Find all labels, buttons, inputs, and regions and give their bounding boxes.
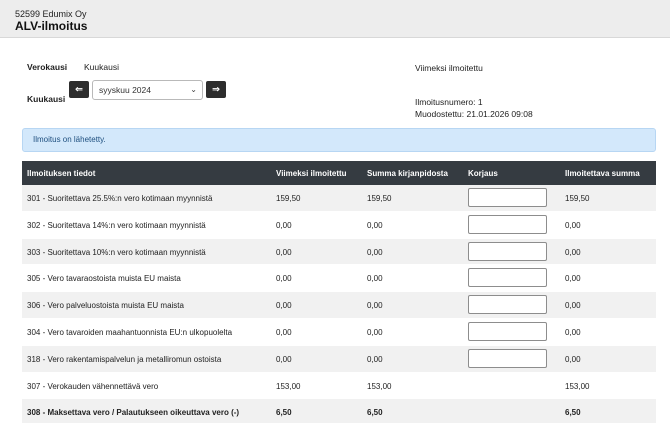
row-label: 318 - Vero rakentamispalvelun ja metalli… [27,354,222,364]
report-number: Ilmoitusnumero: 1 [415,97,483,107]
next-month-button[interactable]: ⇒ [206,81,226,98]
correction-input[interactable] [468,188,547,207]
vat-table: Ilmoituksen tiedot Viimeksi ilmoitettu S… [22,161,656,423]
final-value: 0,00 [565,220,581,230]
created-timestamp: Muodostettu: 21.01.2026 09:08 [415,109,533,119]
table-row: 318 - Vero rakentamispalvelun ja metalli… [22,345,656,373]
arrow-right-icon: ⇒ [212,84,220,94]
books-value: 0,00 [367,274,383,284]
table-row: 301 - Suoritettava 25.5%:n vero kotimaan… [22,185,656,212]
books-value: 0,00 [367,247,383,257]
row-label: 302 - Suoritettava 14%:n vero kotimaan m… [27,220,206,230]
verokausi-value: Kuukausi [84,62,119,72]
final-value: 0,00 [565,274,581,284]
final-value: 159,50 [565,194,590,203]
chevron-down-icon: ⌄ [190,85,197,94]
row-label: 304 - Vero tavaroiden maahantuonnista EU… [27,327,233,337]
final-value: 153,00 [565,381,590,391]
row-label: 301 - Suoritettava 25.5%:n vero kotimaan… [27,194,213,203]
table-row: 305 - Vero tavaraostoista muista EU mais… [22,265,656,293]
table-row: 303 - Suoritettava 10%:n vero kotimaan m… [22,238,656,266]
table-row: 302 - Suoritettava 14%:n vero kotimaan m… [22,211,656,239]
correction-input[interactable] [468,268,547,288]
row-label: 307 - Verokauden vähennettävä vero [27,381,159,391]
table-header: Ilmoituksen tiedot Viimeksi ilmoitettu S… [22,161,656,185]
books-value: 159,50 [367,194,392,203]
final-value: 0,00 [565,354,581,364]
status-alert: Ilmoitus on lähetetty. [22,128,656,152]
table-row-total: 308 - Maksettava vero / Palautukseen oik… [22,399,656,423]
last-reported-value: 0,00 [276,274,292,284]
books-value: 153,00 [367,381,392,391]
column-header: Ilmoituksen tiedot [27,169,96,178]
last-reported-value: 0,00 [276,220,292,230]
column-header: Viimeksi ilmoitettu [276,169,347,178]
page-header: 52599 Edumix Oy ALV-ilmoitus [0,0,670,38]
arrow-left-icon: ⇐ [75,84,83,94]
last-reported-label: Viimeksi ilmoitettu [415,63,483,73]
last-reported-value: 153,00 [276,381,301,391]
column-header: Ilmoitettava summa [565,169,640,178]
final-value: 6,50 [565,408,581,418]
last-reported-value: 0,00 [276,247,292,257]
column-header: Summa kirjanpidosta [367,169,448,178]
correction-input[interactable] [468,295,547,315]
final-value: 0,00 [565,301,581,311]
correction-input[interactable] [468,241,547,261]
row-label: 305 - Vero tavaraostoista muista EU mais… [27,274,181,284]
books-value: 0,00 [367,301,383,311]
final-value: 0,00 [565,327,581,337]
last-reported-value: 159,50 [276,194,301,203]
books-value: 0,00 [367,220,383,230]
page-title: ALV-ilmoitus [15,19,88,33]
books-value: 0,00 [367,327,383,337]
table-row: 306 - Vero palveluostoista muista EU mai… [22,292,656,319]
month-select[interactable]: syyskuu 2024 ⌄ [92,80,203,100]
month-select-value: syyskuu 2024 [99,85,151,95]
final-value: 0,00 [565,247,581,257]
table-row: 307 - Verokauden vähennettävä vero 153,0… [22,372,656,400]
last-reported-value: 6,50 [276,408,292,418]
row-label: 308 - Maksettava vero / Palautukseen oik… [27,408,240,418]
last-reported-value: 0,00 [276,327,292,337]
correction-input[interactable] [468,348,547,368]
company-name: 52599 Edumix Oy [15,9,87,19]
correction-input[interactable] [468,321,547,341]
row-label: 306 - Vero palveluostoista muista EU mai… [27,301,184,311]
kuukausi-label: Kuukausi [27,94,66,104]
table-row: 304 - Vero tavaroiden maahantuonnista EU… [22,318,656,346]
last-reported-value: 0,00 [276,354,292,364]
correction-input[interactable] [468,214,547,234]
prev-month-button[interactable]: ⇐ [69,81,89,98]
row-label: 303 - Suoritettava 10%:n vero kotimaan m… [27,247,206,257]
last-reported-value: 0,00 [276,301,292,311]
books-value: 0,00 [367,354,383,364]
verokausi-label: Verokausi [27,62,68,72]
books-value: 6,50 [367,408,383,418]
column-header: Korjaus [468,169,498,178]
